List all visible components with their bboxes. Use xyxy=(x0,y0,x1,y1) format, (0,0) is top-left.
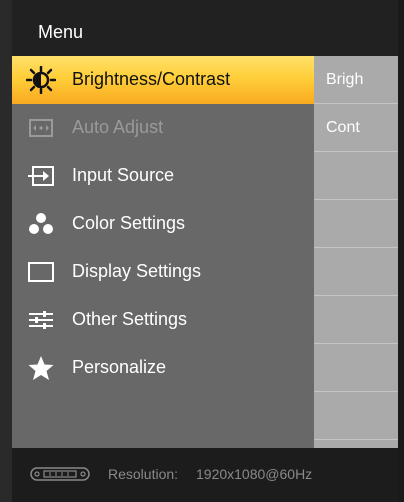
menu-title: Menu xyxy=(38,22,84,42)
menu-item-label: Input Source xyxy=(72,165,175,185)
other-settings-icon xyxy=(29,311,53,329)
submenu-row-empty xyxy=(314,200,398,248)
menu-list: Brightness/Contrast Auto Adjust Input So… xyxy=(12,56,314,448)
menu-item-label: Auto Adjust xyxy=(72,117,164,137)
status-bar: Resolution: 1920x1080@60Hz xyxy=(12,448,398,502)
menu-item-personalize[interactable]: Personalize xyxy=(12,344,314,392)
star-icon xyxy=(28,356,54,380)
osd-menu: Menu Brightness/Contrast Auto Adjust Inp… xyxy=(12,0,398,502)
submenu-row-empty xyxy=(314,296,398,344)
submenu-row-empty xyxy=(314,344,398,392)
menu-item-label: Other Settings xyxy=(72,309,188,329)
submenu-item-label: Brigh xyxy=(326,71,364,88)
submenu-item-label: Cont xyxy=(326,119,360,136)
submenu-row-empty xyxy=(314,392,398,440)
monitor-bezel-left xyxy=(0,0,12,502)
connector-icon xyxy=(30,467,90,481)
menu-item-label: Display Settings xyxy=(72,261,202,281)
menu-item-auto-adjust[interactable]: Auto Adjust xyxy=(12,104,314,152)
menu-header: Menu xyxy=(12,0,398,56)
menu-item-other-settings[interactable]: Other Settings xyxy=(12,296,314,344)
menu-item-label: Brightness/Contrast xyxy=(72,69,231,89)
submenu-row-empty xyxy=(314,248,398,296)
auto-adjust-icon xyxy=(29,119,53,137)
input-source-icon xyxy=(28,166,54,186)
menu-item-display-settings[interactable]: Display Settings xyxy=(12,248,314,296)
menu-item-label: Color Settings xyxy=(72,213,186,233)
submenu-row-empty xyxy=(314,152,398,200)
color-settings-icon xyxy=(29,213,53,234)
brightness-icon xyxy=(26,66,56,94)
menu-item-label: Personalize xyxy=(72,357,167,377)
display-settings-icon xyxy=(28,262,54,282)
submenu-panel: Brigh Cont xyxy=(314,56,398,448)
menu-item-input-source[interactable]: Input Source xyxy=(12,152,314,200)
submenu-item-brightness[interactable]: Brigh xyxy=(314,56,398,104)
submenu-item-contrast[interactable]: Cont xyxy=(314,104,398,152)
monitor-bezel-right xyxy=(398,0,404,502)
resolution-value: 1920x1080@60Hz xyxy=(196,466,313,482)
menu-item-color-settings[interactable]: Color Settings xyxy=(12,200,314,248)
menu-item-brightness-contrast[interactable]: Brightness/Contrast xyxy=(12,56,314,104)
resolution-label: Resolution: xyxy=(108,466,179,482)
